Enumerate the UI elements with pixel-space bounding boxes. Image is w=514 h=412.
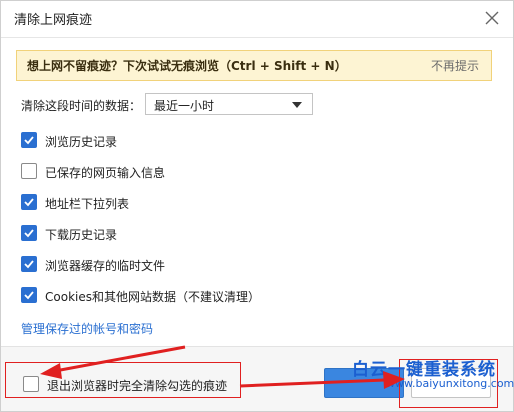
- incognito-tip-banner: 想上网不留痕迹？下次试试无痕浏览（Ctrl + Shift + N） 不再提示: [16, 50, 492, 81]
- checkmark-icon: [24, 229, 34, 238]
- dismiss-tip-link[interactable]: 不再提示: [431, 57, 479, 74]
- clear-history-dialog: 清除上网痕迹 想上网不留痕迹？下次试试无痕浏览（Ctrl + Shift + N…: [0, 0, 514, 412]
- checkbox[interactable]: [21, 163, 37, 179]
- checkbox[interactable]: [21, 256, 37, 272]
- option-label: 下载历史记录: [45, 228, 118, 242]
- cancel-button[interactable]: [411, 368, 491, 398]
- exit-clear-checkbox[interactable]: [23, 376, 39, 392]
- time-range-label: 清除这段时间的数据：: [21, 99, 142, 113]
- time-range-select[interactable]: 最近一小时: [145, 93, 313, 115]
- checkbox[interactable]: [21, 194, 37, 210]
- option-label: Cookies和其他网站数据（不建议清理）: [45, 290, 260, 304]
- checkmark-icon: [24, 198, 34, 207]
- checkbox[interactable]: [21, 132, 37, 148]
- manage-passwords-link[interactable]: 管理保存过的帐号和密码: [21, 320, 153, 337]
- option-label: 地址栏下拉列表: [45, 197, 130, 211]
- checkmark-icon: [24, 136, 34, 145]
- checkbox[interactable]: [21, 287, 37, 303]
- dialog-titlebar: 清除上网痕迹: [1, 1, 513, 38]
- option-label: 浏览历史记录: [45, 135, 118, 149]
- checkmark-icon: [24, 291, 34, 300]
- exit-clear-label: 退出浏览器时完全清除勾选的痕迹: [47, 379, 228, 393]
- option-label: 已保存的网页输入信息: [45, 166, 166, 180]
- checkbox[interactable]: [21, 225, 37, 241]
- close-icon[interactable]: [483, 9, 501, 27]
- chevron-down-icon: [292, 102, 302, 108]
- banner-text: 想上网不留痕迹？下次试试无痕浏览（Ctrl + Shift + N）: [27, 59, 347, 73]
- dialog-title: 清除上网痕迹: [14, 13, 93, 28]
- checkmark-icon: [24, 260, 34, 269]
- option-label: 浏览器缓存的临时文件: [45, 259, 166, 273]
- time-range-value: 最近一小时: [154, 99, 215, 113]
- clear-now-button[interactable]: [324, 368, 404, 398]
